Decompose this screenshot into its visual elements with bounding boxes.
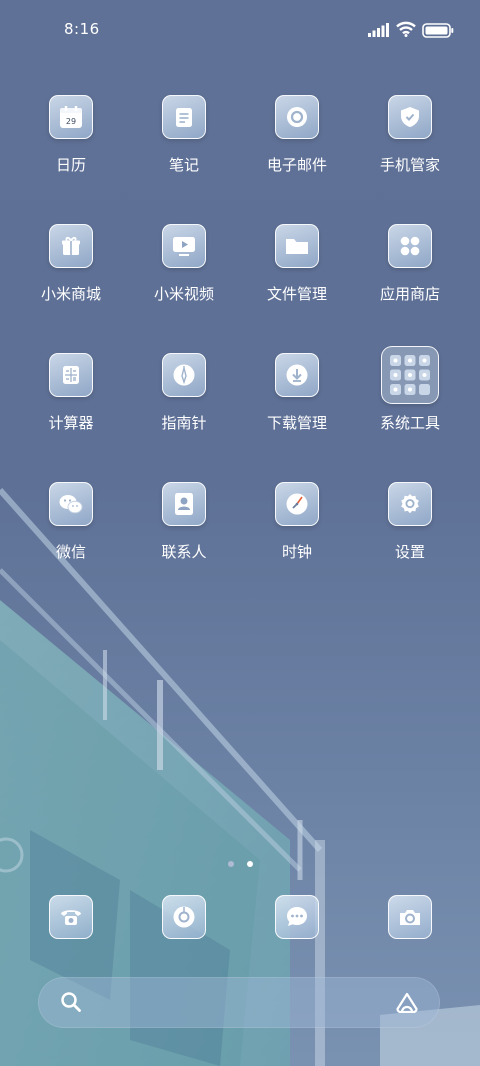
dock [0, 895, 480, 939]
app-label: 电子邮件 [266, 156, 327, 174]
app-mi-video[interactable]: 小米视频 [134, 224, 234, 334]
folder-system-tools-icon [381, 346, 439, 404]
app-downloads[interactable]: 下载管理 [247, 353, 347, 463]
app-settings[interactable]: 设置 [360, 482, 460, 592]
status-time: 8:16 [64, 20, 100, 38]
app-label: 小米视频 [153, 285, 214, 303]
search-icon[interactable] [60, 991, 82, 1013]
app-label: 设置 [394, 543, 425, 561]
app-label: 指南针 [161, 414, 207, 432]
app-label: 文件管理 [266, 285, 327, 303]
app-label: 时钟 [281, 543, 312, 561]
page-dot-1[interactable] [228, 861, 234, 867]
app-label: 联系人 [161, 543, 207, 561]
browser-icon[interactable] [162, 895, 206, 939]
notes-icon [162, 95, 206, 139]
app-email[interactable]: 电子邮件 [247, 95, 347, 205]
page-dot-2-active[interactable] [247, 861, 254, 867]
calendar-day-badge: 29 [66, 117, 76, 126]
security-shield-icon [388, 95, 432, 139]
mall-gift-icon [49, 224, 93, 268]
assistant-icon[interactable] [394, 991, 420, 1013]
app-label: 日历 [55, 156, 86, 174]
battery-icon [422, 23, 454, 38]
app-label: 微信 [55, 543, 86, 561]
status-bar: 8:16 [0, 0, 480, 62]
calendar-icon: 29 [49, 95, 93, 139]
folder-system-tools[interactable]: 系统工具 [360, 346, 460, 463]
app-label: 下载管理 [266, 414, 327, 432]
app-mi-mall[interactable]: 小米商城 [21, 224, 121, 334]
search-bar[interactable] [38, 977, 440, 1028]
app-calendar[interactable]: 29 日历 [21, 95, 121, 205]
app-calculator[interactable]: 计算器 [21, 353, 121, 463]
page-indicator [228, 852, 261, 871]
messages-icon[interactable] [275, 895, 319, 939]
app-label: 笔记 [168, 156, 199, 174]
wechat-icon [49, 482, 93, 526]
folder-icon [275, 224, 319, 268]
download-icon [275, 353, 319, 397]
app-notes[interactable]: 笔记 [134, 95, 234, 205]
app-file-manager[interactable]: 文件管理 [247, 224, 347, 334]
contacts-icon [162, 482, 206, 526]
app-clock[interactable]: 时钟 [247, 482, 347, 592]
video-play-icon [162, 224, 206, 268]
app-contacts[interactable]: 联系人 [134, 482, 234, 592]
compass-icon [162, 353, 206, 397]
calculator-icon [49, 353, 93, 397]
app-compass[interactable]: 指南针 [134, 353, 234, 463]
signal-icon [368, 23, 389, 37]
email-icon [275, 95, 319, 139]
app-security[interactable]: 手机管家 [360, 95, 460, 205]
clock-icon [275, 482, 319, 526]
app-app-store[interactable]: 应用商店 [360, 224, 460, 334]
app-store-icon [388, 224, 432, 268]
phone-icon[interactable] [49, 895, 93, 939]
app-label: 应用商店 [379, 285, 440, 303]
settings-gear-icon [388, 482, 432, 526]
camera-icon[interactable] [388, 895, 432, 939]
app-label: 计算器 [48, 414, 94, 432]
wifi-icon [396, 21, 416, 37]
app-label: 小米商城 [40, 285, 101, 303]
app-label: 手机管家 [379, 156, 440, 174]
app-wechat[interactable]: 微信 [21, 482, 121, 592]
app-label: 系统工具 [379, 414, 440, 432]
